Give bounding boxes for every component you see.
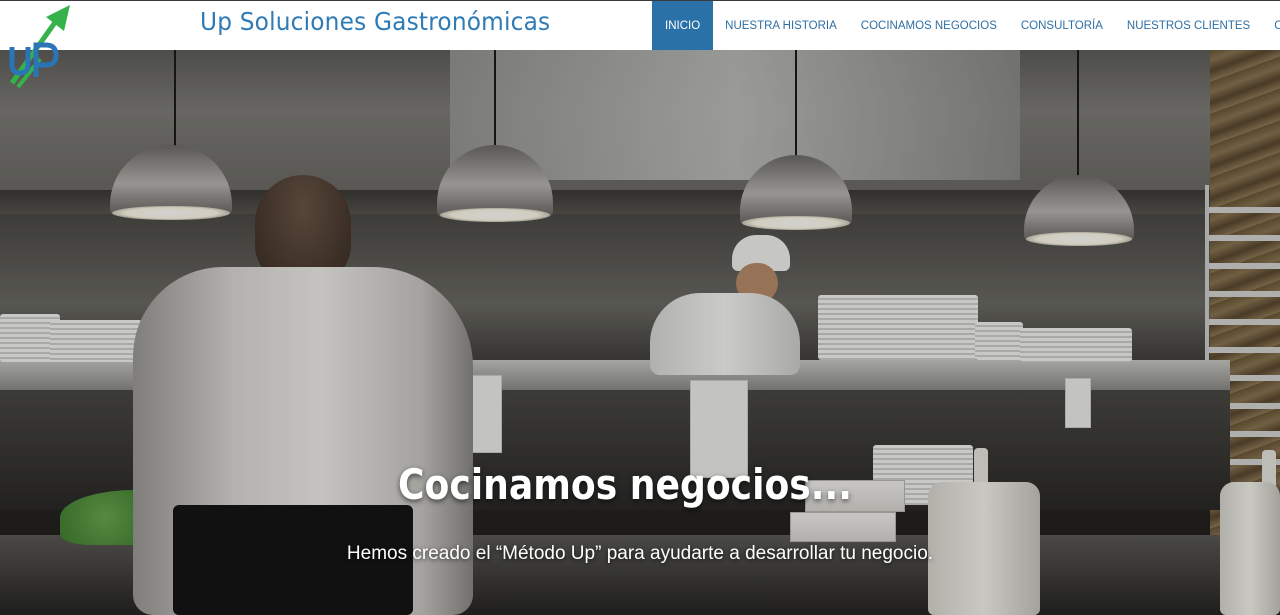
hero-subtitle: Hemos creado el “Método Up” para ayudart… [346, 543, 934, 564]
hero-dark-overlay [0, 50, 1280, 615]
hero-banner: Cocinamos negocios... Hemos creado el “M… [0, 50, 1280, 615]
nav-item-nuestra-historia[interactable]: NUESTRA HISTORIA [713, 1, 849, 50]
hero-title: Cocinamos negocios... [398, 460, 852, 509]
up-arrow-logo-icon[interactable] [6, 3, 72, 89]
nav-item-cocinamos-negocios[interactable]: COCINAMOS NEGOCIOS [849, 1, 1009, 50]
site-brand-title[interactable]: Up Soluciones Gastronómicas [200, 5, 550, 39]
nav-item-inicio[interactable]: INICIO [652, 1, 714, 50]
nav-item-consultoria[interactable]: CONSULTORÍA [1009, 1, 1115, 50]
nav-item-contacto[interactable]: CONTACTO [1262, 1, 1280, 50]
top-navbar: Up Soluciones Gastronómicas INICIO NUEST… [0, 0, 1280, 89]
nav-item-nuestros-clientes[interactable]: NUESTROS CLIENTES [1115, 1, 1262, 50]
main-nav-menu: INICIO NUESTRA HISTORIA COCINAMOS NEGOCI… [652, 1, 1280, 50]
